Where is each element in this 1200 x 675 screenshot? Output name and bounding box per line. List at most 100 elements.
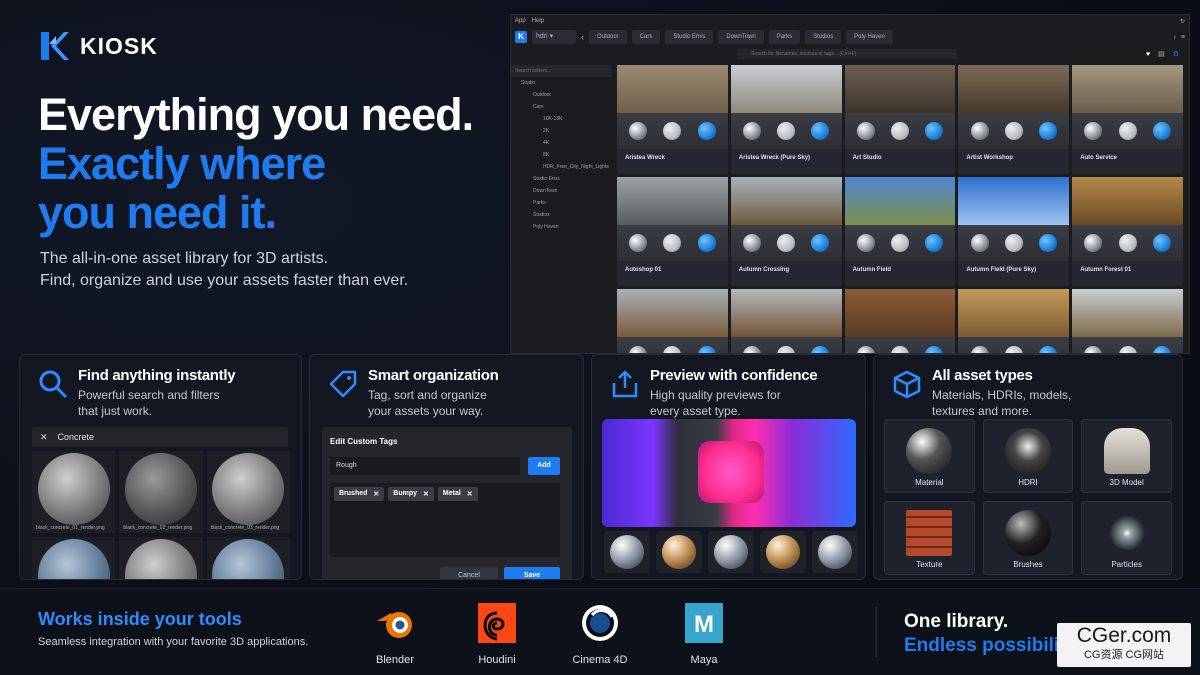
- tag-chip[interactable]: Brushed ✕: [334, 487, 385, 501]
- tab-downtown[interactable]: DownTown: [718, 30, 764, 44]
- folder-10k[interactable]: 10K-18K: [511, 113, 611, 125]
- menu-help[interactable]: Help: [532, 18, 544, 24]
- type-particles[interactable]: Particles: [1081, 501, 1172, 575]
- asset-card[interactable]: Aristea Wreck: [617, 65, 728, 174]
- hamburger-menu-icon[interactable]: ≡: [1181, 34, 1185, 41]
- tag-chip[interactable]: Metal ✕: [437, 487, 478, 501]
- result-item[interactable]: black_concrete_03_render.png: [206, 451, 290, 533]
- type-texture[interactable]: Texture: [884, 501, 975, 575]
- folder-search-input[interactable]: Search folders...: [511, 65, 611, 77]
- result-item[interactable]: [119, 537, 203, 579]
- feature-card-types: All asset types Materials, HDRIs, models…: [873, 354, 1183, 580]
- asset-card[interactable]: [844, 289, 956, 353]
- remove-tag-icon[interactable]: ✕: [373, 490, 379, 498]
- menu-app[interactable]: App: [515, 18, 526, 24]
- layout-icon[interactable]: ▤: [1158, 50, 1165, 58]
- card-desc-2: your assets your way.: [368, 404, 484, 418]
- folder-sidebar: Search folders... Studio Outdoor Cars 10…: [511, 65, 611, 353]
- asset-card[interactable]: Auto Service: [1072, 65, 1183, 174]
- type-brushes[interactable]: Brushes: [982, 501, 1074, 575]
- folder-poly-haven[interactable]: Poly Haven: [511, 221, 611, 233]
- tab-studio-envs[interactable]: Studio Envs: [665, 30, 714, 44]
- preview-thumb[interactable]: [812, 531, 858, 573]
- hero-headline: Everything you need. Exactly where you n…: [38, 90, 474, 237]
- asset-card[interactable]: Aristea Wreck (Pure Sky): [730, 65, 842, 174]
- folder-cars[interactable]: Cars: [511, 101, 611, 113]
- tag-label: Metal: [442, 490, 461, 497]
- preview-thumb[interactable]: [656, 531, 702, 573]
- result-item[interactable]: black_concrete_01_render.png: [32, 451, 116, 533]
- asset-card[interactable]: [958, 289, 1070, 353]
- type-label: Particles: [1111, 560, 1142, 569]
- cancel-button[interactable]: Cancel: [440, 567, 498, 579]
- asset-card[interactable]: Autumn Crossing: [730, 177, 842, 286]
- feature-card-organize: Smart organization Tag, sort and organiz…: [309, 354, 584, 580]
- asset-type-grid: Material HDRI 3D Model Texture Brushes P…: [884, 419, 1172, 575]
- save-button[interactable]: Save: [504, 567, 560, 579]
- folder-outdoor[interactable]: Outdoor: [511, 89, 611, 101]
- watermark-line-2: CG资源 CG网站: [1083, 649, 1165, 661]
- asset-name: Autumn Field: [852, 267, 891, 273]
- app-logo-icon: K: [515, 31, 527, 43]
- card-desc-1: Powerful search and filters: [78, 388, 220, 402]
- hdri-preview-image: [602, 419, 856, 527]
- folder-8k[interactable]: 8K: [511, 149, 611, 161]
- type-label: Brushes: [1013, 560, 1043, 569]
- asset-card[interactable]: [617, 289, 728, 353]
- asset-name: Autumn Forest 01: [1080, 267, 1132, 273]
- forward-arrow-icon[interactable]: ›: [1174, 34, 1176, 41]
- asset-search-input[interactable]: Search for filenames, sources or tags...…: [737, 49, 957, 59]
- settings-icon[interactable]: ⚙: [1173, 50, 1179, 58]
- tab-outdoor[interactable]: Outdoor: [589, 30, 627, 44]
- folder-studio[interactable]: Studio: [511, 77, 611, 89]
- tab-poly-haven[interactable]: Poly Haven: [846, 30, 893, 44]
- result-item[interactable]: [32, 537, 116, 579]
- preview-thumb[interactable]: [760, 531, 806, 573]
- tool-cinema4d: Cinema 4D: [565, 603, 635, 666]
- library-dropdown[interactable]: hdri ▾: [532, 30, 576, 44]
- asset-name: Artist Workshop: [966, 155, 1013, 161]
- concrete-search-input[interactable]: ✕ Concrete: [32, 427, 288, 447]
- preview-thumb[interactable]: [708, 531, 754, 573]
- folder-parks[interactable]: Parks: [511, 197, 611, 209]
- clear-icon[interactable]: ✕: [40, 432, 48, 443]
- tag-input[interactable]: Rough: [330, 457, 520, 475]
- asset-card[interactable]: [730, 289, 842, 353]
- type-hdri[interactable]: HDRI: [982, 419, 1074, 493]
- tab-studios[interactable]: Studios: [805, 30, 842, 44]
- result-name: black_concrete_02_render.png: [123, 525, 192, 531]
- tag-chip[interactable]: Bumpy ✕: [388, 487, 434, 501]
- favorites-heart-icon[interactable]: ♥: [1146, 51, 1150, 58]
- asset-card[interactable]: Autoshop 01: [617, 177, 728, 286]
- remove-tag-icon[interactable]: ✕: [467, 490, 473, 498]
- asset-card[interactable]: [1072, 289, 1183, 353]
- result-item[interactable]: [206, 537, 290, 579]
- folder-studios[interactable]: Studios: [511, 209, 611, 221]
- asset-card[interactable]: Autumn Forest 01: [1072, 177, 1183, 286]
- folder-studio-envs[interactable]: Studio Envs: [511, 173, 611, 185]
- maya-icon: M: [685, 603, 723, 643]
- folder-hdr-city[interactable]: HDR_Free_City_Night_Lights: [511, 161, 611, 173]
- folder-2k[interactable]: 2K: [511, 125, 611, 137]
- hero-sub-1: The all-in-one asset library for 3D arti…: [40, 250, 329, 267]
- tab-cars[interactable]: Cars: [631, 30, 661, 44]
- result-item[interactable]: black_concrete_02_render.png: [119, 451, 203, 533]
- folder-downtown[interactable]: DownTown: [511, 185, 611, 197]
- type-material[interactable]: Material: [884, 419, 975, 493]
- asset-card[interactable]: Artist Workshop: [958, 65, 1070, 174]
- tab-parks[interactable]: Parks: [768, 30, 801, 44]
- card-desc: Tag, sort and organize your assets your w…: [368, 387, 583, 419]
- asset-card[interactable]: Art Studio: [844, 65, 956, 174]
- remove-tag-icon[interactable]: ✕: [423, 490, 429, 498]
- asset-card[interactable]: Autumn Field (Pure Sky): [958, 177, 1070, 286]
- refresh-icon[interactable]: ↻: [1180, 18, 1185, 25]
- card-desc-2: textures and more.: [932, 404, 1033, 418]
- tool-blender: Blender: [360, 603, 430, 666]
- type-3d-model[interactable]: 3D Model: [1081, 419, 1172, 493]
- preview-thumb[interactable]: [604, 531, 650, 573]
- tool-name: Houdini: [478, 654, 516, 666]
- back-arrow-icon[interactable]: ‹: [581, 32, 584, 42]
- add-tag-button[interactable]: Add: [528, 457, 560, 475]
- folder-4k[interactable]: 4K: [511, 137, 611, 149]
- asset-card[interactable]: Autumn Field: [844, 177, 956, 286]
